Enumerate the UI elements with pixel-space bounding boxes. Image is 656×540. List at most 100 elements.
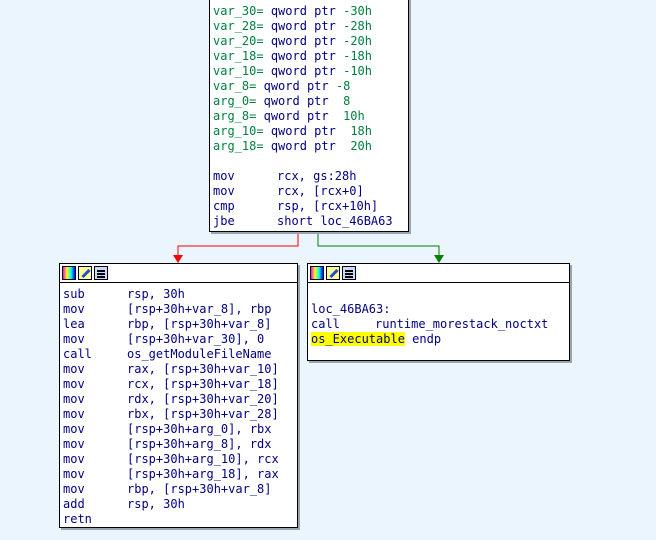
var-name[interactable]: var_8 <box>213 79 249 93</box>
instruction-line: mov rcx, [rcx+0] <box>213 184 408 199</box>
var-type: qword ptr <box>263 109 329 123</box>
instruction-line: mov [rsp+30h+arg_8], rdx <box>63 437 297 452</box>
instruction-line: call runtime_morestack_noctxt <box>311 317 569 332</box>
operands[interactable]: short loc_46BA63 <box>277 214 393 228</box>
var-name[interactable]: arg_10 <box>213 124 256 138</box>
stack-var-line: var_20= qword ptr -20h <box>213 34 408 49</box>
var-type: qword ptr <box>270 64 336 78</box>
call-target[interactable]: runtime_morestack_noctxt <box>375 317 548 331</box>
instruction-line: jbe short loc_46BA63 <box>213 214 408 229</box>
var-eq: = <box>249 79 257 93</box>
operands[interactable]: rsp, 30h <box>127 497 185 511</box>
instruction-line: add rsp, 30h <box>63 497 297 512</box>
stack-var-line: var_8= qword ptr -8 <box>213 79 408 94</box>
var-eq: = <box>256 139 264 153</box>
stack-var-line: var_30= qword ptr -30h <box>213 4 408 19</box>
mnemonic: jbe <box>213 214 235 228</box>
var-type: qword ptr <box>270 124 336 138</box>
right-code-block[interactable]: loc_46BA63: call runtime_morestack_noctxt… <box>307 263 570 361</box>
mnemonic: mov <box>63 302 85 316</box>
endp-keyword: endp <box>412 332 442 346</box>
var-name[interactable]: var_28 <box>213 19 256 33</box>
operands[interactable]: [rsp+30h+arg_18], rax <box>127 467 279 481</box>
mnemonic: add <box>63 497 85 511</box>
mnemonic: mov <box>63 407 85 421</box>
var-name[interactable]: arg_18 <box>213 139 256 153</box>
mnemonic: cmp <box>213 199 235 213</box>
var-name[interactable]: var_18 <box>213 49 256 63</box>
stack-var-line: var_10= qword ptr -10h <box>213 64 408 79</box>
operands[interactable]: os_getModuleFileName <box>127 347 272 361</box>
operands[interactable]: rbp, [rsp+30h+var_8] <box>127 317 272 331</box>
instruction-line: mov [rsp+30h+var_8], rbp <box>63 302 297 317</box>
operands[interactable]: rdx, [rsp+30h+var_20] <box>127 392 279 406</box>
operands[interactable]: [rsp+30h+arg_10], rcx <box>127 452 279 466</box>
left-instruction-list: sub rsp, 30h mov [rsp+30h+var_8], rbp lea rbp… <box>63 287 297 527</box>
operands[interactable]: [rsp+30h+arg_8], rdx <box>127 437 272 451</box>
mnemonic: mov <box>63 332 85 346</box>
var-eq: = <box>256 64 264 78</box>
top-code-block[interactable]: var_30= qword ptr -30h var_28= qword ptr … <box>209 0 409 232</box>
var-type: qword ptr <box>270 49 336 63</box>
var-name[interactable]: arg_0 <box>213 94 249 108</box>
var-name[interactable]: arg_8 <box>213 109 249 123</box>
var-type: qword ptr <box>263 94 329 108</box>
stack-var-line: arg_0= qword ptr 8 <box>213 94 408 109</box>
mnemonic: mov <box>63 452 85 466</box>
mnemonic: call <box>311 317 340 331</box>
operands[interactable]: [rsp+30h+var_8], rbp <box>127 302 272 316</box>
operands[interactable]: [rsp+30h+var_30], 0 <box>127 332 264 346</box>
instruction-line: cmp rsp, [rcx+10h] <box>213 199 408 214</box>
operands[interactable]: rax, [rsp+30h+var_10] <box>127 362 279 376</box>
var-name[interactable]: var_10 <box>213 64 256 78</box>
left-code-block[interactable]: sub rsp, 30h mov [rsp+30h+var_8], rbp lea rbp… <box>59 263 298 528</box>
var-offset: -10h <box>343 64 372 78</box>
mnemonic: mov <box>63 482 85 496</box>
mnemonic: mov <box>213 184 235 198</box>
mnemonic: sub <box>63 287 85 301</box>
mnemonic: mov <box>63 437 85 451</box>
loc-label[interactable]: loc_46BA63: <box>311 302 569 317</box>
edit-icon[interactable] <box>78 266 92 280</box>
operands[interactable]: [rsp+30h+arg_0], rbx <box>127 422 272 436</box>
stack-var-list: var_30= qword ptr -30h var_28= qword ptr … <box>213 4 408 154</box>
stack-var-line: var_18= qword ptr -18h <box>213 49 408 64</box>
operands[interactable]: rcx, [rsp+30h+var_18] <box>127 377 279 391</box>
operands[interactable]: rsp, 30h <box>127 287 185 301</box>
var-type: qword ptr <box>270 4 336 18</box>
var-type: qword ptr <box>270 34 336 48</box>
var-name[interactable]: var_20 <box>213 34 256 48</box>
var-eq: = <box>256 4 264 18</box>
edit-icon[interactable] <box>326 266 340 280</box>
stack-var-line: arg_8= qword ptr 10h <box>213 109 408 124</box>
instruction-line: mov rcx, gs:28h <box>213 169 408 184</box>
color-icon[interactable] <box>310 266 324 280</box>
mnemonic: mov <box>63 467 85 481</box>
var-offset: -30h <box>343 4 372 18</box>
operands[interactable]: rbx, [rsp+30h+var_28] <box>127 407 279 421</box>
var-eq: = <box>249 94 257 108</box>
endp-line: os_Executable endp <box>311 332 569 347</box>
graph-icon[interactable] <box>342 266 356 280</box>
instruction-line: mov [rsp+30h+var_30], 0 <box>63 332 297 347</box>
color-icon[interactable] <box>62 266 76 280</box>
var-eq: = <box>249 109 257 123</box>
operands[interactable]: rcx, [rcx+0] <box>277 184 364 198</box>
instruction-line: sub rsp, 30h <box>63 287 297 302</box>
var-name[interactable]: var_30 <box>213 4 256 18</box>
top-instruction-list: mov rcx, gs:28h mov rcx, [rcx+0] cmp rsp, [rc… <box>213 169 408 229</box>
var-eq: = <box>256 124 264 138</box>
operands[interactable]: rbp, [rsp+30h+var_8] <box>127 482 272 496</box>
var-offset: -18h <box>343 49 372 63</box>
instruction-line: mov [rsp+30h+arg_0], rbx <box>63 422 297 437</box>
true-branch-arrow <box>434 255 444 263</box>
instruction-line: retn <box>63 512 297 527</box>
operands[interactable]: rsp, [rcx+10h] <box>277 199 378 213</box>
var-eq: = <box>256 49 264 63</box>
function-name[interactable]: os_Executable <box>311 332 405 346</box>
stack-var-line: arg_10= qword ptr 18h <box>213 124 408 139</box>
instruction-line: mov rbp, [rsp+30h+var_8] <box>63 482 297 497</box>
graph-icon[interactable] <box>94 266 108 280</box>
operands[interactable]: rcx, gs:28h <box>277 169 356 183</box>
